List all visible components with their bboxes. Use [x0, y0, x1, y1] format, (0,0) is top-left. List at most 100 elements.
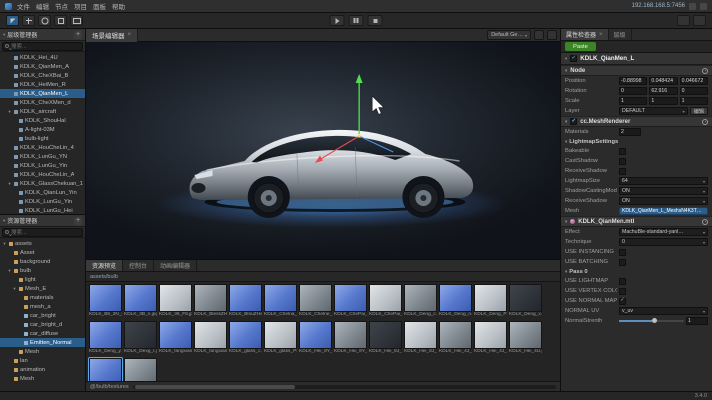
use-instancing-checkbox[interactable]	[619, 249, 626, 256]
layer-edit-button[interactable]: 编辑	[690, 107, 708, 115]
hierarchy-node[interactable]: KDLK_QianMen_A	[0, 62, 85, 71]
asset-tree-item[interactable]: Asset	[0, 248, 85, 257]
asset-thumbnail[interactable]: KDLK_Hei_8Y_c.jpg	[299, 321, 332, 356]
grid-toggle-button[interactable]	[534, 30, 544, 40]
use-lightmap-checkbox[interactable]	[619, 278, 626, 285]
asset-tree-item[interactable]: Mesh	[0, 347, 85, 356]
tab-console[interactable]: 控制台	[123, 260, 154, 271]
asset-tree-item[interactable]: car_bright_d	[0, 320, 85, 329]
asset-thumbnail[interactable]: KDLK_3B_n.jpg	[124, 284, 157, 319]
step-button[interactable]	[368, 15, 383, 26]
asset-thumbnail[interactable]: KDLK_Deng_PSB.jpg	[474, 284, 507, 319]
create-asset-button[interactable]: +	[74, 217, 82, 225]
effect-dropdown[interactable]: MachuBle-standard-yanl… ▾	[619, 228, 708, 236]
hierarchy-node[interactable]: KDLK_LunGu_Hei	[0, 206, 85, 214]
asset-thumbnail[interactable]: KDLK_glass_c.jpg	[229, 321, 262, 356]
close-icon[interactable]: ×	[128, 32, 132, 38]
tab-scene-editor[interactable]: 场景编辑器 ×	[86, 29, 138, 42]
hierarchy-search-input[interactable]: 搜索...	[2, 42, 83, 51]
use-vertex-color-checkbox[interactable]	[619, 288, 626, 295]
asset-thumbnail[interactable]: KDLK_ChePai_m.jpg	[334, 284, 367, 319]
rotation-x-field[interactable]: 0	[619, 87, 647, 95]
rotation-y-field[interactable]: 62.916	[649, 87, 677, 95]
asset-thumbnail[interactable]: KDLK_glass_PSB.jpg	[264, 321, 297, 356]
position-z-field[interactable]: 0.046672	[680, 77, 708, 85]
menu-item[interactable]: 项目	[74, 1, 87, 11]
material-section-header[interactable]: ▾ KDLK_QianMen.mtl	[561, 216, 712, 227]
gear-icon[interactable]	[702, 119, 708, 125]
normal-uv-dropdown[interactable]: v_uv ▾	[619, 307, 708, 315]
component-enabled-checkbox[interactable]	[570, 118, 577, 125]
asset-thumbnail[interactable]: KDLK_Deng_y.jpg	[89, 321, 122, 356]
hierarchy-node[interactable]: ▾KDLK_aircraft	[0, 107, 85, 116]
caret-down-icon[interactable]: ▾	[12, 286, 17, 292]
tab-asset-preview[interactable]: 资源预览	[86, 260, 123, 271]
hierarchy-node[interactable]: KDLK_QianLun_Yin	[0, 188, 85, 197]
settings-icon[interactable]	[700, 3, 707, 10]
asset-tree-item[interactable]: light	[0, 275, 85, 284]
menu-item[interactable]: 文件	[17, 1, 30, 11]
caret-down-icon[interactable]: ▾	[2, 241, 7, 247]
menu-item[interactable]: 帮助	[112, 1, 125, 11]
asset-thumbnail[interactable]: KDLK_Chelne_A-3.jpg	[299, 284, 332, 319]
scale-x-field[interactable]: 1	[619, 97, 647, 105]
mesh-renderer-header[interactable]: ▾ cc.MeshRenderer	[561, 116, 712, 127]
materials-count-field[interactable]: 2	[619, 128, 641, 136]
tab-hierarchy-secondary[interactable]: 层级	[609, 29, 632, 40]
hierarchy-node[interactable]: KDLK_LunGu_YN	[0, 152, 85, 161]
asset-tree-item[interactable]: ▾assets	[0, 239, 85, 248]
hierarchy-node[interactable]: A-light-03M	[0, 125, 85, 134]
menu-item[interactable]: 编辑	[36, 1, 49, 11]
hierarchy-node[interactable]: KDLK_Hei_4U	[0, 53, 85, 62]
asset-thumbnail[interactable]: KDLK_36_F8.jpg	[159, 284, 192, 319]
pass-header[interactable]: ▾ Pass 0	[561, 267, 712, 276]
lightmap-settings-header[interactable]: ▾ LightmapSettings	[561, 137, 712, 146]
viewport-3d[interactable]	[86, 42, 560, 259]
asset-thumbnail[interactable]: KDLK_Hei_4J_PSB.jpg	[474, 321, 507, 356]
scrollbar-thumb[interactable]	[135, 385, 296, 389]
asset-thumbnail[interactable]: KDLK_Deng_c.jpg	[404, 284, 437, 319]
move-tool-button[interactable]	[22, 15, 35, 26]
normal-strength-field[interactable]: 1	[686, 317, 708, 325]
use-batching-checkbox[interactable]	[619, 259, 626, 266]
asset-tree-item[interactable]: background	[0, 257, 85, 266]
asset-tree-item[interactable]: animation	[0, 365, 85, 374]
use-normal-map-checkbox[interactable]	[619, 298, 626, 305]
asset-thumbnail[interactable]: KDLK_Hei_8J_c.jpg	[369, 321, 402, 356]
hierarchy-node[interactable]: KDLK_CheXBai_B	[0, 71, 85, 80]
pause-button[interactable]	[349, 15, 364, 26]
node-section-header[interactable]: ▾ Node	[561, 65, 712, 76]
asset-tree-item[interactable]: car_bright	[0, 311, 85, 320]
play-button[interactable]	[330, 15, 345, 26]
paste-button[interactable]: Paste	[565, 42, 596, 51]
position-y-field[interactable]: 0.048424	[649, 77, 677, 85]
rect-tool-button[interactable]	[70, 15, 83, 26]
layout-button[interactable]	[677, 15, 690, 26]
asset-tree-item[interactable]: materials	[0, 293, 85, 302]
receive-shadow-dropdown[interactable]: ON ▾	[619, 197, 708, 205]
asset-thumbnail[interactable]: KDLK_B5_3N_n.jpg	[89, 284, 122, 319]
asset-thumbnail[interactable]: KDLK_fangxiangpan_c.jpg	[159, 321, 192, 356]
scale-tool-button[interactable]	[54, 15, 67, 26]
asset-thumbnail[interactable]: KDLK_Deng_m.jpg	[89, 358, 122, 381]
asset-thumbnail[interactable]: KDLK_Hei_4J_c.jpg	[439, 321, 472, 356]
close-icon[interactable]: ×	[599, 32, 603, 38]
hierarchy-node[interactable]: KDLK_HouCheLin_4	[0, 143, 85, 152]
browser-preview-icon[interactable]	[689, 3, 696, 10]
select-tool-button[interactable]	[6, 15, 19, 26]
rotate-tool-button[interactable]	[38, 15, 51, 26]
asset-tree-item[interactable]: ▾Mesh_E	[0, 284, 85, 293]
scale-z-field[interactable]: 1	[680, 97, 708, 105]
rotation-z-field[interactable]: 0	[680, 87, 708, 95]
asset-tree-item[interactable]: ▾bulb	[0, 266, 85, 275]
camera-settings-button[interactable]	[547, 30, 557, 40]
asset-tree-item[interactable]: car_diffuse	[0, 329, 85, 338]
layer-dropdown[interactable]: DEFAULT ▾	[619, 107, 688, 115]
asset-tree-item[interactable]: lan	[0, 356, 85, 365]
hierarchy-node[interactable]: KDLK_HouCheLin_A	[0, 170, 85, 179]
horizontal-scrollbar[interactable]	[133, 385, 556, 389]
preferences-button[interactable]	[693, 15, 706, 26]
asset-tree-item[interactable]: Mesh	[0, 374, 85, 383]
asset-tree-item[interactable]: Emitten_Normal	[0, 338, 85, 347]
asset-thumbnail[interactable]: KDLK_ChePai_PSB.jpg	[369, 284, 402, 319]
